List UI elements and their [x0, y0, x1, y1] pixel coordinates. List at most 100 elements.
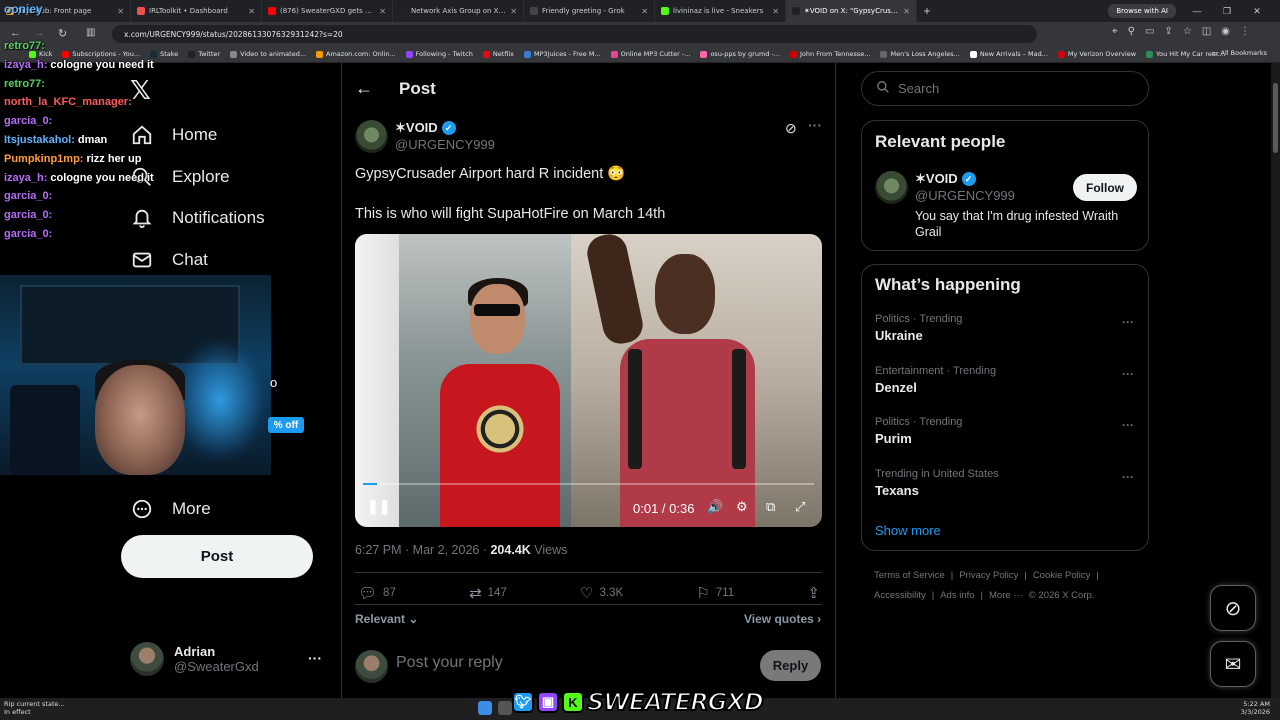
- post-more-icon[interactable]: ···: [808, 117, 822, 133]
- reply-sort-dropdown[interactable]: Relevant ⌄: [355, 612, 418, 626]
- grok-float-button[interactable]: ⊘: [1210, 585, 1256, 631]
- browser-tab[interactable]: Network Axis Group on X: "This✕: [393, 0, 524, 22]
- star-icon[interactable]: ☆: [1183, 26, 1192, 37]
- browser-tab[interactable]: livininaz is live - Sneakers ✕: [655, 0, 786, 22]
- profile-icon[interactable]: ◉: [1221, 26, 1230, 37]
- cast-icon[interactable]: ▭: [1145, 26, 1154, 37]
- pip-icon[interactable]: ⧉: [766, 499, 775, 515]
- weather-notice[interactable]: Rip current state... In effect: [4, 700, 65, 716]
- nav-more[interactable]: More: [130, 497, 211, 521]
- trend-item[interactable]: Politics · Trending Purim: [875, 416, 962, 446]
- view-quotes-link[interactable]: View quotes ›: [744, 612, 821, 626]
- nav-chat[interactable]: Chat: [130, 248, 208, 272]
- footer-link[interactable]: Cookie Policy: [1033, 570, 1091, 581]
- close-tab-icon[interactable]: ✕: [510, 7, 517, 16]
- close-window-icon[interactable]: ✕: [1248, 6, 1266, 17]
- bookmark-item[interactable]: Following - Twitch: [401, 50, 478, 58]
- bookmark-item[interactable]: Men's Loss Angeles...: [875, 50, 964, 58]
- bookmark-action[interactable]: ⚐ 711: [696, 584, 734, 602]
- bookmark-item[interactable]: Netflix: [478, 50, 519, 58]
- volume-icon[interactable]: 🔊: [707, 499, 723, 515]
- footer-link[interactable]: © 2026 X Corp.: [1029, 590, 1095, 601]
- trend-item[interactable]: Trending in United States Texans: [875, 468, 999, 498]
- video-progress-bar[interactable]: [363, 483, 814, 485]
- author-name-row[interactable]: ✶VOID ✓: [395, 120, 456, 136]
- author-avatar[interactable]: [355, 120, 388, 153]
- footer-link[interactable]: Accessibility: [874, 590, 926, 601]
- close-tab-icon[interactable]: ✕: [248, 7, 255, 16]
- person-name-row[interactable]: ✶VOID ✓: [915, 171, 976, 187]
- browser-tab[interactable]: IRLToolkit • Dashboard ✕: [131, 0, 262, 22]
- location-icon[interactable]: ⌖: [1112, 26, 1118, 37]
- footer-link[interactable]: Privacy Policy: [959, 570, 1018, 581]
- pause-icon[interactable]: ❚❚: [367, 498, 390, 515]
- all-bookmarks[interactable]: ▭ All Bookmarks: [1206, 49, 1272, 57]
- footer-link[interactable]: More ···: [989, 590, 1023, 601]
- bookmark-item[interactable]: Subscriptions - You...: [57, 50, 145, 58]
- trend-more-icon[interactable]: ···: [1122, 367, 1134, 381]
- trend-more-icon[interactable]: ···: [1122, 418, 1134, 432]
- menu-icon[interactable]: ⋮: [1240, 26, 1250, 37]
- minimize-icon[interactable]: —: [1188, 6, 1206, 16]
- browser-tab[interactable]: ✶VOID on X: "GypsyCrusader ✕: [786, 0, 917, 22]
- bookmark-item[interactable]: osu-pps by grumd -...: [695, 50, 785, 58]
- trend-item[interactable]: Entertainment · Trending Denzel: [875, 365, 996, 395]
- back-arrow-icon[interactable]: ←: [355, 78, 373, 99]
- bookmark-item[interactable]: My Verizon Overview: [1053, 50, 1141, 58]
- bookmark-item[interactable]: MP3Juices - Free M...: [519, 50, 606, 58]
- forward-icon[interactable]: →: [34, 27, 45, 39]
- fullscreen-icon[interactable]: ⤢: [795, 499, 805, 515]
- settings-icon[interactable]: ⚙: [736, 499, 748, 515]
- bookmark-item[interactable]: Stake: [145, 50, 183, 58]
- trend-more-icon[interactable]: ···: [1122, 470, 1134, 484]
- bookmark-item[interactable]: New Arrivals – Mad...: [965, 50, 1053, 58]
- bookmark-item[interactable]: John From Tennesse...: [785, 50, 875, 58]
- zoom-icon[interactable]: ⚲: [1128, 26, 1135, 37]
- person-avatar[interactable]: [875, 171, 908, 204]
- browser-tab[interactable]: (876) SweaterGXD gets pressed✕: [262, 0, 393, 22]
- show-more-link[interactable]: Show more: [875, 523, 941, 538]
- browse-with-ai-button[interactable]: Browse with AI: [1108, 4, 1176, 18]
- reload-icon[interactable]: ↻: [58, 27, 67, 40]
- person-handle[interactable]: @URGENCY999: [915, 188, 1015, 203]
- footer-link[interactable]: Terms of Service: [874, 570, 945, 581]
- system-clock[interactable]: 5:22 AM 3/3/2026: [1241, 700, 1270, 716]
- bookmark-item[interactable]: Twitter: [183, 50, 225, 58]
- reply-action[interactable]: 💬︎ 87: [358, 584, 396, 602]
- reply-button[interactable]: Reply: [760, 650, 821, 681]
- footer-link[interactable]: Ads info: [940, 590, 974, 601]
- follow-button[interactable]: Follow: [1073, 174, 1137, 201]
- close-tab-icon[interactable]: ✕: [641, 7, 648, 16]
- windows-start-icon[interactable]: [478, 701, 492, 715]
- share-action[interactable]: ⇪: [807, 584, 820, 602]
- account-switcher[interactable]: Adrian @SweaterGxd: [130, 642, 259, 676]
- share-icon[interactable]: ⇪: [1164, 26, 1172, 37]
- grok-icon[interactable]: ⊘: [785, 120, 797, 137]
- bookmark-item[interactable]: Video to animated...: [225, 50, 311, 58]
- account-more-icon[interactable]: ···: [308, 650, 322, 666]
- url-field[interactable]: x.com/URGENCY999/status/2028613307632931…: [112, 25, 1037, 43]
- scroll-thumb[interactable]: [1273, 83, 1278, 153]
- back-icon[interactable]: ←: [10, 27, 21, 39]
- close-tab-icon[interactable]: ✕: [117, 7, 124, 16]
- close-tab-icon[interactable]: ✕: [903, 7, 910, 16]
- trend-more-icon[interactable]: ···: [1122, 315, 1134, 329]
- search-input[interactable]: Search: [861, 71, 1149, 106]
- extensions-icon[interactable]: ◫: [1202, 26, 1211, 37]
- repost-action[interactable]: ⇄ 147: [469, 584, 507, 602]
- browser-tab[interactable]: Friendly greeting - Grok ✕: [524, 0, 655, 22]
- post-button[interactable]: Post: [121, 535, 313, 578]
- trend-item[interactable]: Politics · Trending Ukraine: [875, 313, 962, 343]
- messages-float-button[interactable]: ✉: [1210, 641, 1256, 687]
- close-tab-icon[interactable]: ✕: [379, 7, 386, 16]
- page-scrollbar[interactable]: [1271, 63, 1280, 700]
- reply-input[interactable]: Post your reply: [396, 654, 503, 672]
- video-player[interactable]: ❚❚ 0:01 / 0:36 🔊 ⚙ ⧉ ⤢: [355, 234, 822, 527]
- bookmark-item[interactable]: Amazon.com: Onlin...: [311, 50, 401, 58]
- sidebar-toggle-icon[interactable]: ▥: [86, 27, 95, 38]
- nav-home[interactable]: Home: [130, 123, 217, 147]
- post-timestamp[interactable]: 6:27 PM · Mar 2, 2026 ·: [355, 543, 490, 557]
- taskbar-search-icon[interactable]: [498, 701, 512, 715]
- author-handle[interactable]: @URGENCY999: [395, 137, 495, 152]
- bookmark-item[interactable]: Online MP3 Cutter -...: [606, 50, 696, 58]
